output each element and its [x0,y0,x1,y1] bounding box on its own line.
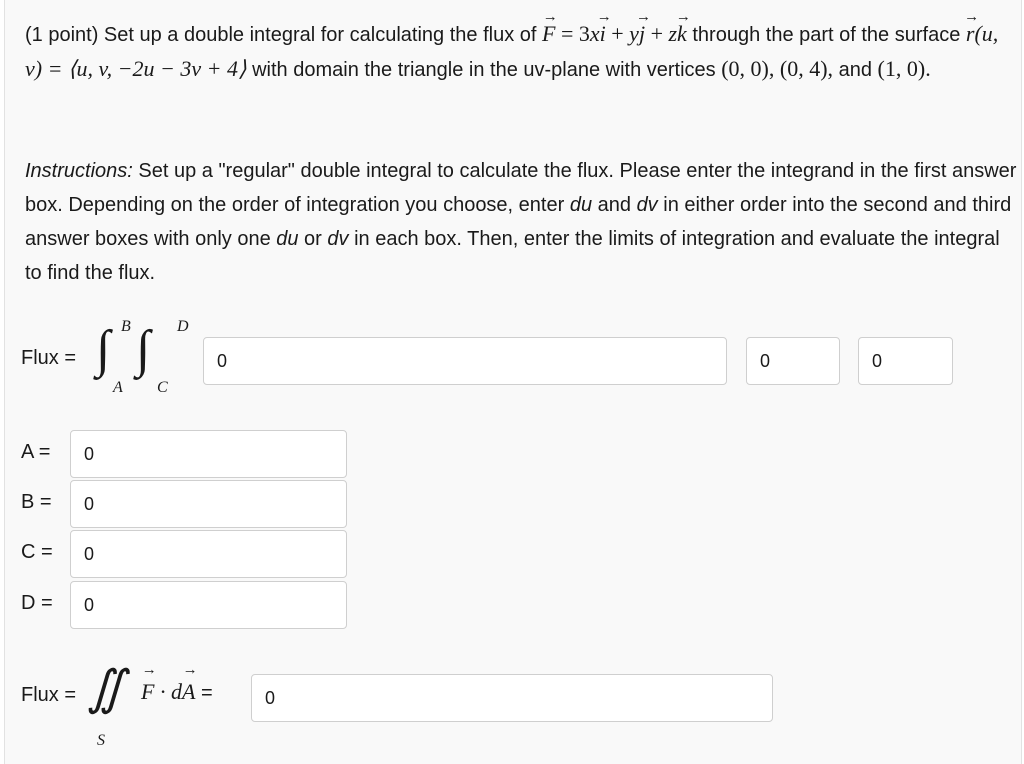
outer-lower-limit: A [113,379,123,396]
problem-panel: (1 point) Set up a double integral for c… [4,0,1022,764]
problem-statement: (1 point) Set up a double integral for c… [25,17,1015,87]
limit-a-label: A = [21,441,51,463]
inner-integral-symbol: ∫ [136,321,151,378]
unit-j: j [639,17,645,51]
integrand-input[interactable]: 0 [203,337,727,385]
second-differential-input[interactable]: 0 [858,337,953,385]
instructions-text: and [592,194,637,216]
limit-d-label: D = [21,592,53,614]
inner-upper-limit: D [177,318,189,335]
outer-upper-limit: B [121,318,131,335]
problem-text: (1 point) Set up a double integral for c… [25,24,542,46]
problem-text: through the part of the surface [686,24,966,46]
surface-integral-symbol: ∬ [87,662,125,715]
flux-value-input[interactable]: 0 [251,674,773,722]
instructions-text: or [298,228,328,250]
inner-lower-limit: C [157,379,168,396]
field-symbol: F [141,679,154,705]
problem-text: with domain the triangle in the uv-plane… [246,59,722,81]
dot-differential: · d [154,679,182,704]
limit-b-input[interactable]: 0 [70,480,347,528]
first-differential-input[interactable]: 0 [746,337,840,385]
vertex: (1, 0) [877,56,926,81]
flux-expression: F · dA = [141,679,213,705]
dv-text: dv [327,228,349,250]
surface-region-label: S [97,732,105,749]
limit-d-input[interactable]: 0 [70,581,347,629]
limit-a-input[interactable]: 0 [70,430,347,478]
problem-text: and [833,59,878,81]
instructions-lead: Instructions: [25,160,133,182]
limit-c-input[interactable]: 0 [70,530,347,578]
limit-c-label: C = [21,541,53,563]
dv-text: dv [636,194,658,216]
equals-sign: = [195,682,213,704]
outer-integral-symbol: ∫ [96,321,111,378]
du-text: du [276,228,299,250]
field-symbol: F [542,17,555,51]
limit-b-label: B = [21,491,52,513]
vertices: (0, 0), (0, 4), [721,56,834,81]
flux-result-label: Flux = [21,684,77,706]
unit-i: i [600,17,606,51]
equals-sign: = 3 [555,21,590,46]
du-text: du [569,194,593,216]
surface-symbol: r [966,17,975,51]
instructions: Instructions: Set up a "regular" double … [25,154,1020,290]
unit-k: k [677,17,687,51]
flux-label: Flux = [21,347,77,369]
period: . [925,56,931,81]
area-vector-symbol: A [182,679,195,705]
